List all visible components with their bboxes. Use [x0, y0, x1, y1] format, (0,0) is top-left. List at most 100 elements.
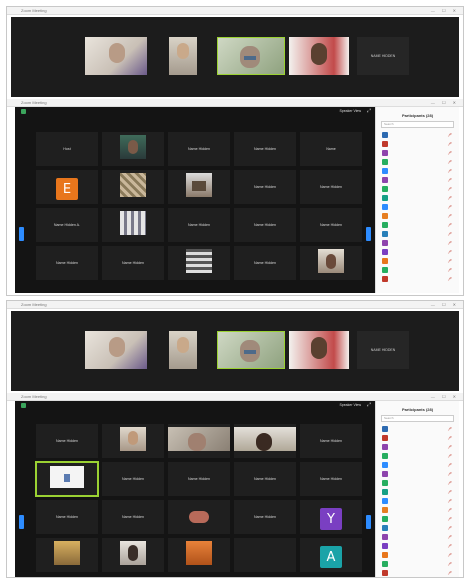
next-page-arrow[interactable]: [366, 515, 371, 529]
participant-list-item[interactable]: 🎤︎: [380, 203, 455, 212]
participant-tile[interactable]: Name Hidden: [167, 461, 231, 497]
participant-list-item[interactable]: 🎤︎: [380, 497, 455, 506]
video-tile[interactable]: [289, 331, 349, 369]
participant-tile[interactable]: [101, 537, 165, 573]
window-controls[interactable]: — ☐ ✕: [431, 394, 459, 399]
participant-tile[interactable]: [299, 245, 363, 281]
security-shield-icon[interactable]: [21, 403, 26, 408]
participant-tile[interactable]: [101, 169, 165, 205]
participant-list-item[interactable]: 🎤︎: [380, 239, 455, 248]
participant-tile[interactable]: Host: [35, 131, 99, 167]
participant-list-item[interactable]: 🎤︎: [380, 266, 455, 275]
participant-tile[interactable]: [167, 169, 231, 205]
participant-tile[interactable]: [233, 537, 297, 573]
participant-list-item[interactable]: 🎤︎: [380, 425, 455, 434]
participant-tile[interactable]: Name Hidden: [233, 169, 297, 205]
video-tile[interactable]: [169, 331, 197, 369]
participant-list-item[interactable]: 🎤︎: [380, 569, 455, 578]
active-speaker-tile[interactable]: [217, 331, 285, 369]
participant-tile[interactable]: Name Hidden: [233, 207, 297, 243]
participant-tile[interactable]: [167, 245, 231, 281]
view-button[interactable]: Speaker View: [339, 403, 361, 407]
active-speaker-tile[interactable]: [217, 37, 285, 75]
participant-tile[interactable]: Name Hidden: [35, 245, 99, 281]
fullscreen-icon[interactable]: ⤢: [367, 108, 371, 114]
next-page-arrow[interactable]: [366, 227, 371, 241]
participant-tile[interactable]: [167, 423, 231, 459]
participant-list-item[interactable]: 🎤︎: [380, 515, 455, 524]
participant-list-item[interactable]: 🎤︎: [380, 185, 455, 194]
window-controls[interactable]: — ☐ ✕: [431, 100, 459, 105]
participant-tile[interactable]: Name Hidden: [101, 499, 165, 535]
participant-tile[interactable]: [101, 131, 165, 167]
participant-list-item[interactable]: 🎤︎: [380, 140, 455, 149]
participant-list-item[interactable]: 🎤︎: [380, 443, 455, 452]
participant-tile[interactable]: [167, 499, 231, 535]
window-controls[interactable]: — ☐ ✕: [431, 302, 459, 307]
participant-tile[interactable]: Name Hidden: [101, 461, 165, 497]
participant-tile[interactable]: E: [35, 169, 99, 205]
participant-list-item[interactable]: 🎤︎: [380, 221, 455, 230]
participant-tile[interactable]: Name Hidden: [35, 499, 99, 535]
participant-tile[interactable]: Name Hidden: [233, 131, 297, 167]
fullscreen-icon[interactable]: ⤢: [367, 402, 371, 408]
participant-list-item[interactable]: 🎤︎: [380, 461, 455, 470]
participant-list-item[interactable]: 🎤︎: [380, 131, 455, 140]
participant-list-item[interactable]: 🎤︎: [380, 230, 455, 239]
video-tile[interactable]: [289, 37, 349, 75]
participant-list-item[interactable]: 🎤︎: [380, 167, 455, 176]
selected-participant-tile[interactable]: [35, 461, 99, 497]
participant-tile[interactable]: [167, 537, 231, 573]
participants-search-input[interactable]: Search: [381, 121, 454, 128]
participant-tile[interactable]: Name Hidden: [299, 423, 363, 459]
participant-tile[interactable]: [35, 537, 99, 573]
participant-list-item[interactable]: 🎤︎: [380, 248, 455, 257]
prev-page-arrow[interactable]: [19, 515, 24, 529]
participant-tile[interactable]: Name Hidden: [233, 461, 297, 497]
window-controls[interactable]: — ☐ ✕: [431, 8, 459, 13]
participant-tile[interactable]: A: [299, 537, 363, 573]
security-shield-icon[interactable]: [21, 109, 26, 114]
participant-list-item[interactable]: 🎤︎: [380, 158, 455, 167]
video-tile[interactable]: [169, 37, 197, 75]
participant-tile[interactable]: Y: [299, 499, 363, 535]
video-tile[interactable]: [85, 37, 147, 75]
participant-list-item[interactable]: 🎤︎: [380, 551, 455, 560]
participant-list-item[interactable]: 🎤︎: [380, 257, 455, 266]
participant-list-item[interactable]: 🎤︎: [380, 212, 455, 221]
participant-tile[interactable]: Name Hidden: [233, 245, 297, 281]
participant-tile[interactable]: [101, 207, 165, 243]
participants-search-input[interactable]: Search: [381, 415, 454, 422]
name-tile[interactable]: NAME HIDDEN: [357, 331, 409, 369]
participant-tile[interactable]: Name Hidden: [35, 423, 99, 459]
participant-list-item[interactable]: 🎤︎: [380, 560, 455, 569]
name-tile[interactable]: NAME HIDDEN: [357, 37, 409, 75]
participant-list-item[interactable]: 🎤︎: [380, 470, 455, 479]
participant-tile[interactable]: Name Hidden: [299, 461, 363, 497]
participant-list-item[interactable]: 🎤︎: [380, 479, 455, 488]
view-button[interactable]: Speaker View: [339, 109, 361, 113]
participant-list-item[interactable]: 🎤︎: [380, 488, 455, 497]
participant-list-item[interactable]: 🎤︎: [380, 524, 455, 533]
participant-tile[interactable]: Name Hidden: [233, 499, 297, 535]
video-tile[interactable]: [85, 331, 147, 369]
participant-tile[interactable]: Name Hidden: [167, 131, 231, 167]
prev-page-arrow[interactable]: [19, 227, 24, 241]
participant-tile[interactable]: Name Hidden A.: [35, 207, 99, 243]
participant-list-item[interactable]: 🎤︎: [380, 176, 455, 185]
participant-list-item[interactable]: 🎤︎: [380, 506, 455, 515]
participant-tile[interactable]: Name Hidden: [167, 207, 231, 243]
participant-tile[interactable]: [101, 423, 165, 459]
participant-tile[interactable]: Name Hidden: [299, 207, 363, 243]
participant-list-item[interactable]: 🎤︎: [380, 275, 455, 284]
participant-tile[interactable]: Name Hidden: [299, 169, 363, 205]
participant-list-item[interactable]: 🎤︎: [380, 434, 455, 443]
participant-list-item[interactable]: 🎤︎: [380, 194, 455, 203]
participant-list-item[interactable]: 🎤︎: [380, 149, 455, 158]
participant-list-item[interactable]: 🎤︎: [380, 542, 455, 551]
participant-list-item[interactable]: 🎤︎: [380, 533, 455, 542]
participant-tile[interactable]: Name: [299, 131, 363, 167]
participant-tile[interactable]: Name Hidden: [101, 245, 165, 281]
participant-tile[interactable]: [233, 423, 297, 459]
participant-list-item[interactable]: 🎤︎: [380, 452, 455, 461]
